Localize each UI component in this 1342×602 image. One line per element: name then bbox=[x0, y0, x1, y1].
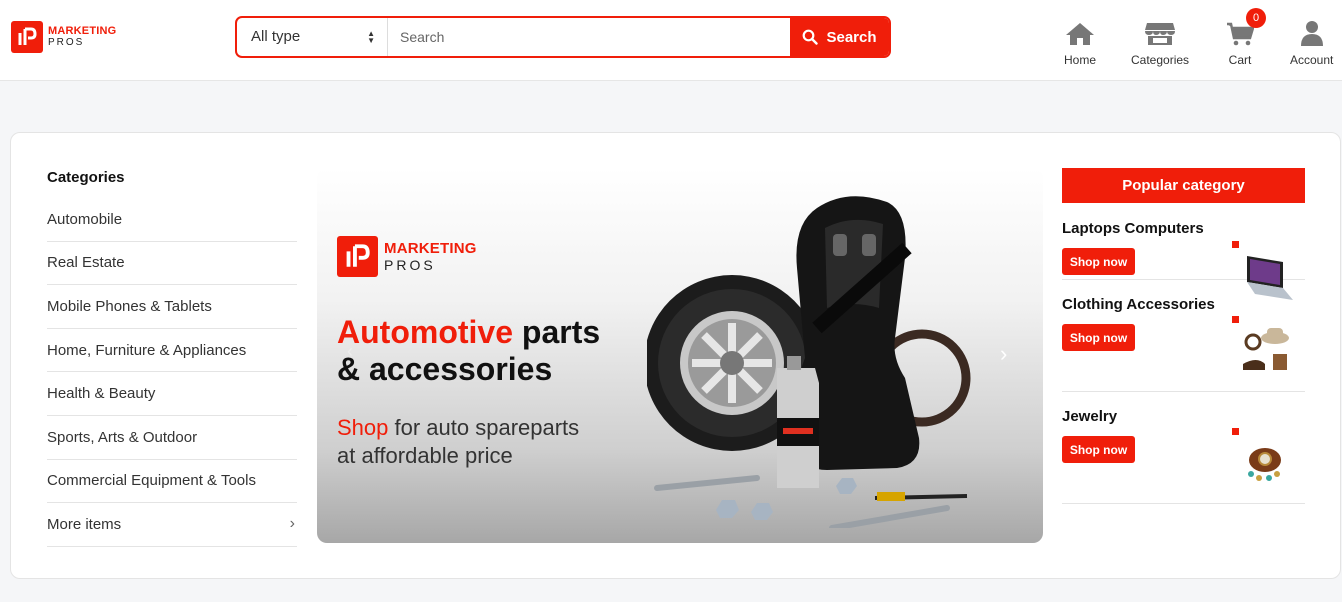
user-icon bbox=[1300, 18, 1323, 46]
logo-mark-icon bbox=[337, 236, 378, 277]
popular-item-name: Jewelry bbox=[1062, 408, 1118, 425]
popular-item-jewelry: Jewelry Shop now bbox=[1062, 392, 1305, 504]
cart-count-badge: 0 bbox=[1246, 8, 1266, 28]
brand-line1: MARKETING bbox=[48, 25, 117, 37]
popular-item-name: Laptops Computers bbox=[1062, 220, 1204, 237]
chevron-right-icon: › bbox=[289, 515, 295, 533]
search-button-label: Search bbox=[826, 28, 877, 46]
brand-logo[interactable]: MARKETING PROS bbox=[11, 21, 116, 53]
nav-account-label: Account bbox=[1290, 53, 1334, 67]
popular-item-clothing: Clothing Accessories Shop now bbox=[1062, 280, 1305, 392]
logo-mark-icon bbox=[11, 21, 43, 53]
select-arrows-icon: ▲ ▼ bbox=[367, 29, 375, 45]
auto-parts-illustration bbox=[647, 196, 971, 528]
search-input[interactable] bbox=[388, 18, 790, 56]
sidebar-item-real-estate[interactable]: Real Estate bbox=[47, 242, 297, 286]
banner-prev-arrow[interactable]: ‹ bbox=[347, 341, 353, 362]
sidebar-item-health-beauty[interactable]: Health & Beauty bbox=[47, 372, 297, 416]
sidebar-item-more[interactable]: More items › bbox=[47, 503, 297, 547]
nav-cart[interactable]: 0 Cart bbox=[1226, 8, 1266, 67]
sidebar-title: Categories bbox=[47, 169, 125, 186]
sidebar-item-sports[interactable]: Sports, Arts & Outdoor bbox=[47, 416, 297, 460]
hero-banner[interactable]: MARKETING PROS Automotive parts & access… bbox=[317, 168, 1043, 543]
mini-logo-icon bbox=[1232, 241, 1239, 248]
nav-cart-label: Cart bbox=[1228, 53, 1252, 67]
sidebar-item-automobile[interactable]: Automobile bbox=[47, 198, 297, 242]
nav-home[interactable]: Home bbox=[1064, 18, 1096, 67]
brand-line2: PROS bbox=[48, 37, 85, 48]
home-icon bbox=[1065, 18, 1095, 46]
nav-account[interactable]: Account bbox=[1290, 18, 1333, 67]
popular-category-panel: Popular category Laptops Computers Shop … bbox=[1062, 168, 1305, 504]
search-button[interactable]: Search bbox=[790, 18, 889, 56]
main-panel: Categories Automobile Real Estate Mobile… bbox=[10, 132, 1341, 579]
category-sidebar: Categories Automobile Real Estate Mobile… bbox=[47, 169, 297, 547]
sidebar-item-commercial[interactable]: Commercial Equipment & Tools bbox=[47, 460, 297, 504]
top-header: MARKETING PROS All type ▲▼ Search Home C… bbox=[0, 0, 1342, 81]
type-select[interactable]: All type ▲ ▼ bbox=[237, 18, 388, 56]
banner-headline: Automotive parts & accessories bbox=[337, 314, 601, 387]
store-icon bbox=[1144, 18, 1176, 46]
nav-home-label: Home bbox=[1064, 53, 1097, 67]
banner-logo: MARKETING PROS bbox=[337, 236, 477, 277]
sidebar-item-mobile-phones[interactable]: Mobile Phones & Tablets bbox=[47, 285, 297, 329]
popular-item-laptops: Laptops Computers Shop now bbox=[1062, 168, 1305, 300]
nav-categories[interactable]: Categories bbox=[1131, 18, 1189, 67]
type-select-value: All type bbox=[251, 28, 301, 45]
shop-now-button[interactable]: Shop now bbox=[1062, 324, 1135, 351]
banner-subtext: Shop for auto spareparts at affordable p… bbox=[337, 415, 580, 468]
clothing-accessories-image bbox=[1243, 328, 1289, 370]
sidebar-item-home-furniture[interactable]: Home, Furniture & Appliances bbox=[47, 329, 297, 373]
nav-categories-label: Categories bbox=[1131, 53, 1190, 67]
shop-now-button[interactable]: Shop now bbox=[1062, 248, 1135, 275]
shop-now-button[interactable]: Shop now bbox=[1062, 436, 1135, 463]
jewelry-image bbox=[1248, 448, 1281, 481]
search-bar: All type ▲ ▼ Search bbox=[235, 16, 891, 58]
popular-item-name: Clothing Accessories bbox=[1062, 296, 1215, 313]
search-icon bbox=[803, 29, 819, 45]
banner-next-arrow[interactable]: › bbox=[1000, 341, 1007, 367]
cart-icon: 0 bbox=[1226, 8, 1266, 46]
